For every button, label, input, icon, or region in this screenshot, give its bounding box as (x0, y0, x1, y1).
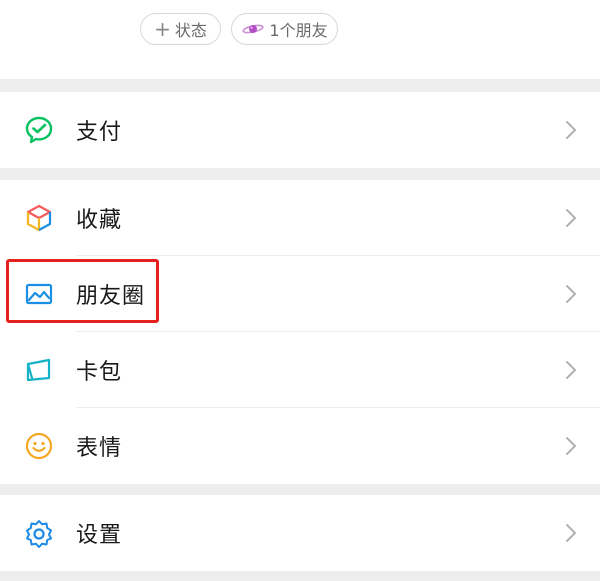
chevron-right-icon (566, 209, 576, 227)
menu-item-cards[interactable]: 卡包 (0, 332, 600, 408)
menu-item-stickers-label: 表情 (76, 436, 123, 461)
smiley-icon (24, 431, 54, 461)
card-wallet-icon (24, 355, 54, 385)
cube-icon (24, 203, 54, 233)
menu-item-pay-label: 支付 (76, 120, 123, 145)
friends-status-chip[interactable]: 1个朋友 (231, 13, 338, 45)
chevron-right-icon (566, 437, 576, 455)
menu-item-settings-label: 设置 (76, 523, 123, 548)
menu-item-favorites-label: 收藏 (76, 208, 123, 233)
profile-area: + 状态 1个朋友 (0, 0, 600, 79)
menu-item-pay[interactable]: 支付 (0, 92, 600, 168)
menu-item-moments[interactable]: 朋友圈 (0, 256, 600, 332)
chevron-right-icon (566, 285, 576, 303)
image-icon (24, 279, 54, 309)
menu-item-cards-label: 卡包 (76, 360, 123, 385)
menu-item-favorites[interactable]: 收藏 (0, 180, 600, 256)
plus-icon: + (154, 17, 171, 41)
add-status-chip[interactable]: + 状态 (140, 13, 221, 45)
settings-group: 设置 (0, 495, 600, 571)
chevron-right-icon (566, 524, 576, 542)
features-group: 收藏 朋友圈 卡包 表情 (0, 180, 600, 484)
chevron-right-icon (566, 361, 576, 379)
menu-item-moments-label: 朋友圈 (76, 284, 146, 309)
gear-icon (24, 518, 54, 548)
chevron-right-icon (566, 121, 576, 139)
menu-item-stickers[interactable]: 表情 (0, 408, 600, 484)
status-chip-label: 状态 (174, 21, 207, 40)
wechat-pay-icon (24, 115, 54, 145)
me-tab-page: + 状态 1个朋友 支付 收藏 朋友圈 卡包 表情 设置 (0, 0, 600, 581)
planet-icon (241, 22, 265, 36)
menu-item-settings[interactable]: 设置 (0, 495, 600, 571)
friends-chip-label: 1个朋友 (269, 21, 328, 40)
pay-group: 支付 (0, 92, 600, 168)
